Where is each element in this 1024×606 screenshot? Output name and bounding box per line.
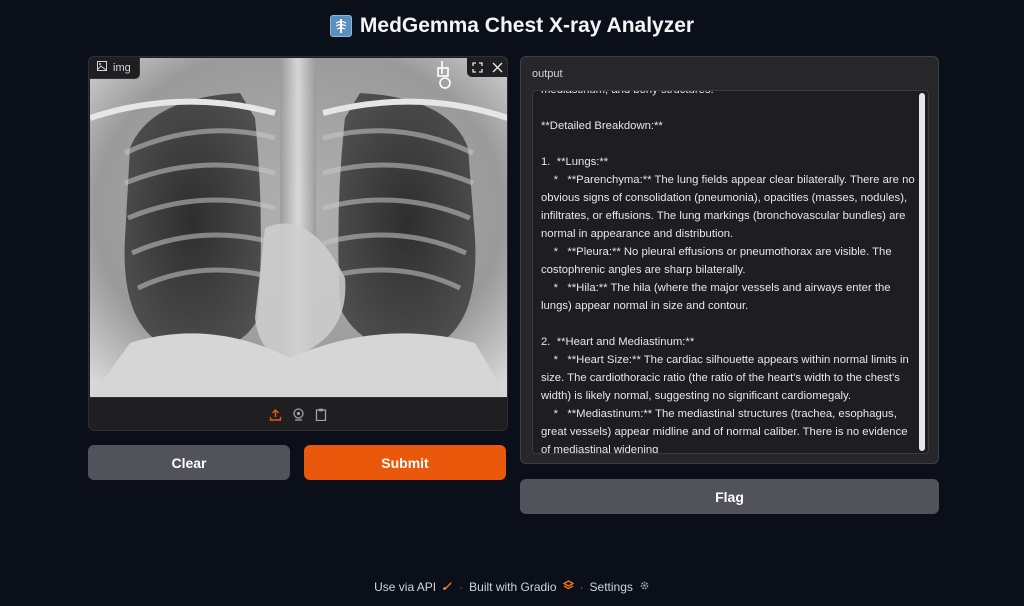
image-label-text: img xyxy=(113,61,131,74)
built-with-gradio-link[interactable]: Built with Gradio xyxy=(469,580,556,594)
output-panel: output mediastinum, and bony structures.… xyxy=(520,56,939,464)
image-icon xyxy=(97,61,107,74)
footer-separator: · xyxy=(459,580,464,594)
output-label: output xyxy=(532,68,563,80)
webcam-icon[interactable] xyxy=(292,407,305,421)
output-textbox[interactable]: mediastinum, and bony structures. **Deta… xyxy=(532,90,929,454)
page-footer: Use via API · Built with Gradio · Settin… xyxy=(0,580,1024,594)
close-icon[interactable] xyxy=(487,57,507,77)
medical-emoji-icon xyxy=(329,15,352,37)
clipboard-icon[interactable] xyxy=(315,408,327,421)
output-scrollbar[interactable] xyxy=(919,93,925,451)
image-label: img xyxy=(89,57,140,79)
app-title: MedGemma Chest X-ray Analyzer xyxy=(0,14,1024,38)
image-input-panel[interactable]: img xyxy=(88,56,508,431)
image-toolbar xyxy=(467,57,507,77)
output-text: mediastinum, and bony structures. **Deta… xyxy=(541,90,915,454)
clear-button[interactable]: Clear xyxy=(88,445,290,480)
upload-icon[interactable] xyxy=(269,408,282,421)
chest-xray-image xyxy=(90,58,507,399)
gradio-logo-icon xyxy=(562,580,574,594)
flag-button[interactable]: Flag xyxy=(520,479,939,514)
image-source-bar xyxy=(89,397,507,430)
submit-button[interactable]: Submit xyxy=(304,445,506,480)
gear-icon xyxy=(639,580,650,594)
fullscreen-icon[interactable] xyxy=(467,57,487,77)
api-rocket-icon xyxy=(442,580,453,594)
page-title: MedGemma Chest X-ray Analyzer xyxy=(359,14,695,37)
footer-separator: · xyxy=(579,580,584,594)
settings-link[interactable]: Settings xyxy=(590,580,633,594)
use-via-api-link[interactable]: Use via API xyxy=(374,580,436,594)
